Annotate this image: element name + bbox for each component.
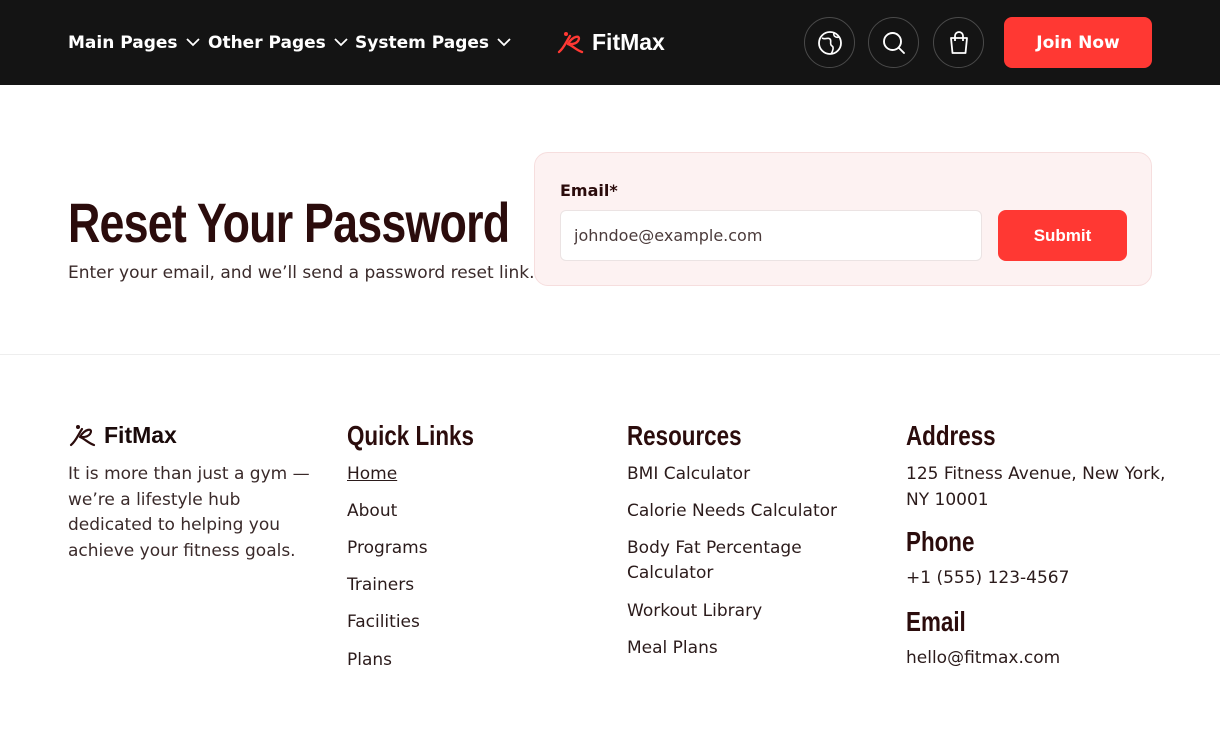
page-title: Reset Your Password (68, 191, 510, 254)
email-heading: Email (906, 606, 966, 637)
globe-icon (817, 30, 842, 55)
footer-link-home[interactable]: Home (347, 462, 397, 487)
chevron-down-icon (334, 38, 348, 47)
footer-link-about[interactable]: About (347, 499, 397, 524)
nav-main-pages-label: Main Pages (68, 32, 178, 53)
brand-logo[interactable]: FitMax (556, 29, 665, 56)
footer-link-programs[interactable]: Programs (347, 536, 428, 561)
nav-other-pages[interactable]: Other Pages (208, 0, 348, 85)
address-text: 125 Fitness Avenue, New York, NY 10001 (906, 464, 1166, 510)
nav-system-pages-label: System Pages (355, 32, 490, 53)
footer-description: It is more than just a gym — we’re a lif… (68, 464, 310, 561)
nav-other-pages-label: Other Pages (208, 32, 326, 53)
top-navigation-bar: Main Pages Other Pages System Pages FitM… (0, 0, 1220, 85)
footer-link-plans[interactable]: Plans (347, 648, 392, 673)
language-button[interactable] (804, 17, 855, 68)
footer-link-trainers[interactable]: Trainers (347, 573, 414, 598)
footer-link-workout-library[interactable]: Workout Library (627, 599, 762, 624)
nav-main-pages[interactable]: Main Pages (68, 0, 200, 85)
footer-link-bmi-calculator[interactable]: BMI Calculator (627, 462, 750, 487)
footer-brand-name: FitMax (104, 422, 177, 448)
fitmax-logo-icon (557, 31, 584, 53)
footer-link-body-fat-calculator[interactable]: Body Fat Percentage Calculator (627, 536, 827, 586)
submit-button[interactable]: Submit (998, 210, 1127, 261)
email-input[interactable] (560, 210, 982, 261)
nav-system-pages[interactable]: System Pages (355, 0, 511, 85)
phone-link[interactable]: +1 (555) 123-4567 (906, 568, 1069, 588)
footer-link-calorie-calculator[interactable]: Calorie Needs Calculator (627, 499, 837, 524)
cart-button[interactable] (933, 17, 984, 68)
page-subtitle: Enter your email, and we’ll send a passw… (68, 263, 535, 283)
address-heading: Address (906, 420, 996, 451)
join-now-button[interactable]: Join Now (1004, 17, 1152, 68)
footer-brand-logo[interactable]: FitMax (68, 422, 177, 449)
email-label: Email* (560, 181, 618, 200)
footer-link-facilities[interactable]: Facilities (347, 610, 420, 635)
resources-heading: Resources (627, 420, 742, 451)
reset-password-form: Email* Submit (534, 152, 1152, 286)
quick-links-heading: Quick Links (347, 420, 474, 451)
chevron-down-icon (185, 38, 200, 47)
brand-name: FitMax (592, 29, 665, 55)
shopping-bag-icon (949, 30, 968, 54)
search-button[interactable] (868, 17, 919, 68)
search-icon (882, 31, 905, 54)
section-divider (0, 354, 1220, 355)
chevron-down-icon (497, 38, 511, 47)
footer-link-meal-plans[interactable]: Meal Plans (627, 636, 718, 661)
email-link[interactable]: hello@fitmax.com (906, 648, 1060, 668)
fitmax-logo-icon (69, 424, 96, 446)
phone-heading: Phone (906, 526, 975, 557)
